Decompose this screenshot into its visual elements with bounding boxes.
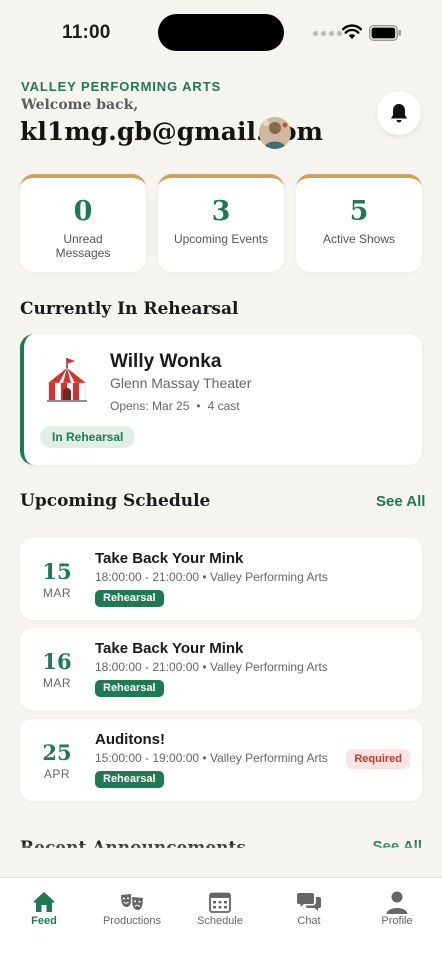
show-cast-count: 4 cast: [207, 399, 240, 413]
tab-label: Feed: [31, 915, 57, 927]
event-date: 15 MAR: [20, 538, 94, 620]
tab-label: Chat: [297, 915, 321, 927]
wifi-icon: [342, 24, 362, 39]
stat-label: Unread Messages: [55, 232, 111, 260]
event-date: 16 MAR: [20, 628, 94, 710]
meta-separator: •: [196, 399, 201, 413]
stat-card-upcoming-events[interactable]: 3 Upcoming Events: [158, 174, 284, 272]
schedule-item[interactable]: 25 APR Auditons! 15:00:00 - 19:00:00 • V…: [20, 719, 422, 801]
calendar-icon: [209, 892, 231, 913]
tab-feed[interactable]: Feed: [0, 878, 88, 938]
event-meta: 18:00:00 - 21:00:00 • Valley Performing …: [95, 570, 328, 584]
battery-icon: [369, 25, 401, 41]
avatar[interactable]: [259, 117, 291, 149]
notifications-button[interactable]: [377, 91, 421, 135]
stat-card-active-shows[interactable]: 5 Active Shows: [296, 174, 422, 272]
rehearsal-card[interactable]: Willy Wonka Glenn Massay Theater Opens: …: [20, 334, 422, 465]
event-date: 25 APR: [20, 719, 94, 801]
theater-masks-icon: [121, 894, 143, 910]
home-icon: [33, 892, 55, 912]
show-venue: Glenn Massay Theater: [110, 375, 252, 391]
stat-value: 5: [349, 196, 369, 227]
schedule-item[interactable]: 15 MAR Take Back Your Mink 18:00:00 - 21…: [20, 538, 422, 620]
event-title: Take Back Your Mink: [95, 550, 244, 567]
event-day: 25: [42, 740, 72, 765]
event-meta: 15:00:00 - 19:00:00 • Valley Performing …: [95, 751, 328, 765]
event-day: 16: [42, 649, 72, 674]
stat-label: Upcoming Events: [173, 232, 269, 246]
stat-card-unread-messages[interactable]: 0 Unread Messages: [20, 174, 146, 272]
see-all-schedule-link[interactable]: See All: [376, 493, 425, 510]
schedule-section-title: Upcoming Schedule: [20, 491, 211, 511]
event-month: APR: [43, 767, 71, 781]
tab-bar: Feed Productions Schedule Chat Profile: [0, 877, 442, 960]
status-bar: 11:00: [0, 0, 442, 64]
status-time: 11:00: [62, 22, 111, 43]
event-type-badge: Rehearsal: [95, 771, 164, 788]
event-month: MAR: [42, 676, 72, 690]
chat-icon: [297, 893, 321, 911]
person-icon: [386, 891, 408, 914]
event-type-badge: Rehearsal: [95, 590, 164, 607]
event-type-badge: Rehearsal: [95, 680, 164, 697]
event-title: Auditons!: [95, 731, 165, 748]
tab-schedule[interactable]: Schedule: [176, 878, 264, 938]
tab-productions[interactable]: Productions: [88, 878, 176, 938]
stat-value: 3: [211, 196, 231, 227]
cellular-signal-icon: [313, 31, 342, 36]
stat-label: Active Shows: [322, 232, 396, 246]
stat-value: 0: [73, 196, 93, 227]
event-title: Take Back Your Mink: [95, 640, 244, 657]
rehearsal-section-title: Currently In Rehearsal: [20, 299, 239, 319]
show-opens: Opens: Mar 25: [110, 399, 190, 413]
show-meta: Opens: Mar 25 • 4 cast: [110, 399, 240, 413]
bell-icon: [391, 103, 407, 122]
tab-profile[interactable]: Profile: [353, 878, 441, 938]
welcome-text: Welcome back,: [21, 97, 139, 113]
schedule-item[interactable]: 16 MAR Take Back Your Mink 18:00:00 - 21…: [20, 628, 422, 710]
event-day: 15: [42, 559, 72, 584]
tab-label: Profile: [381, 915, 413, 927]
circus-tent-icon: [47, 358, 87, 402]
tab-label: Productions: [102, 915, 162, 927]
dynamic-island: [158, 14, 284, 51]
scroll-fade: [0, 842, 442, 878]
org-name: VALLEY PERFORMING ARTS: [21, 79, 222, 94]
show-title: Willy Wonka: [110, 351, 222, 372]
status-badge: In Rehearsal: [40, 426, 136, 448]
event-meta: 18:00:00 - 21:00:00 • Valley Performing …: [95, 660, 328, 674]
event-month: MAR: [42, 586, 72, 600]
required-badge: Required: [346, 749, 410, 769]
tab-chat[interactable]: Chat: [265, 878, 353, 938]
tab-label: Schedule: [197, 915, 243, 927]
